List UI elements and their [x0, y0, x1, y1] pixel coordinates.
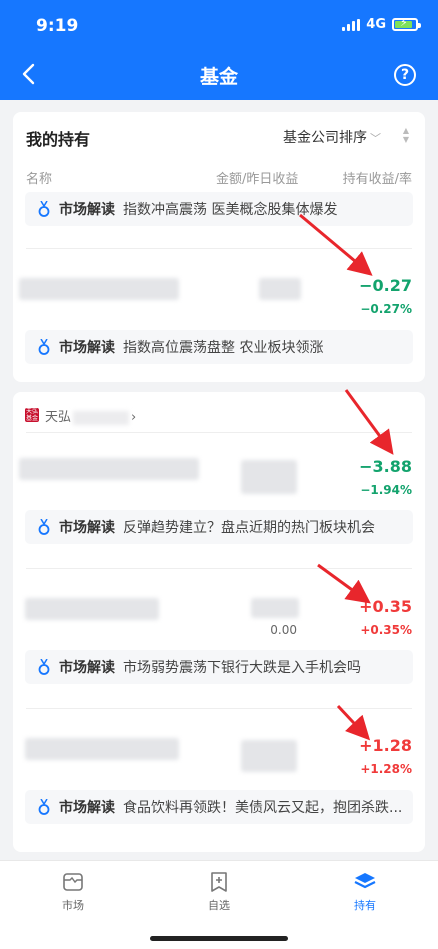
- company-group-card: 天弘基金 天弘 › −3.88 −1.94% 市场解读 反弹趋势建立？盘点近期的热…: [13, 392, 425, 852]
- market-insight[interactable]: 市场解读 食品饮料再领跌！美债风云又起，抱团杀跌...: [25, 790, 413, 824]
- nav-label: 持有: [354, 899, 376, 912]
- row-divider: [26, 432, 412, 433]
- insight-text: 食品饮料再领跌！美债风云又起，抱团杀跌...: [123, 800, 403, 816]
- column-profit: 持有收益/率: [342, 172, 412, 187]
- insight-text: 市场弱势震荡下银行大跌是入手机会吗: [123, 660, 361, 676]
- fund-profit-rate: −1.94%: [360, 483, 412, 497]
- insight-text: 指数高位震荡盘整 农业板块领涨: [123, 340, 324, 356]
- fund-profit-rate: +0.35%: [360, 623, 412, 637]
- row-divider: [26, 568, 412, 569]
- row-divider: [26, 708, 412, 709]
- holdings-title: 我的持有: [26, 130, 91, 149]
- chevron-down-icon: ﹀: [370, 132, 381, 145]
- market-insight[interactable]: 市场解读 指数冲高震荡 医美概念股集体爆发: [25, 192, 413, 226]
- sort-order-icon[interactable]: ▲ ▼: [401, 126, 411, 146]
- status-icons: 4G ⚡: [342, 17, 421, 32]
- fund-profit: −3.88: [359, 457, 412, 476]
- market-insight[interactable]: 市场解读 反弹趋势建立？盘点近期的热门板块机会: [25, 510, 413, 544]
- fund-amount-redacted: [241, 740, 297, 772]
- fund-profit: −0.27: [359, 276, 412, 295]
- column-amount: 金额/昨日收益: [216, 172, 299, 187]
- insight-tag: 市场解读: [59, 800, 115, 816]
- company-logo: 天弘基金: [25, 408, 39, 422]
- watchlist-icon: [211, 872, 227, 892]
- nav-label: 自选: [208, 899, 230, 912]
- battery-icon: ⚡: [392, 17, 421, 31]
- insight-tag: 市场解读: [59, 520, 115, 536]
- fund-profit-rate: +1.28%: [360, 762, 412, 776]
- sort-label: 基金公司排序: [283, 130, 367, 146]
- top-bar: 9:19 4G ⚡ 基金 ?: [0, 0, 438, 100]
- company-name-text: 天弘: [45, 410, 72, 425]
- help-icon[interactable]: ?: [394, 64, 416, 86]
- fund-amount-redacted: [241, 460, 297, 494]
- company-name-redacted: [73, 410, 130, 425]
- market-insight[interactable]: 市场解读 市场弱势震荡下银行大跌是入手机会吗: [25, 650, 413, 684]
- fund-name-redacted: [25, 738, 179, 760]
- insight-tag: 市场解读: [59, 340, 115, 356]
- company-name[interactable]: 天弘 ›: [45, 406, 136, 425]
- insight-tag: 市场解读: [59, 202, 115, 218]
- nav-label: 市场: [62, 899, 84, 912]
- column-name: 名称: [26, 172, 53, 187]
- status-time: 9:19: [36, 16, 79, 36]
- row-divider: [26, 248, 412, 249]
- medal-icon: [38, 339, 50, 355]
- insight-tag: 市场解读: [59, 660, 115, 676]
- fund-profit: +0.35: [359, 597, 412, 616]
- fund-name-redacted: [19, 458, 199, 480]
- chevron-right-icon: ›: [131, 410, 137, 425]
- nav-item-watchlist[interactable]: 自选: [189, 871, 249, 913]
- market-icon: [63, 873, 83, 891]
- insight-text: 指数冲高震荡 医美概念股集体爆发: [123, 202, 338, 218]
- insight-text: 反弹趋势建立？盘点近期的热门板块机会: [123, 520, 375, 536]
- network-type: 4G: [366, 17, 386, 32]
- nav-item-market[interactable]: 市场: [43, 871, 103, 913]
- fund-profit-rate: −0.27%: [360, 302, 412, 316]
- holdings-card: 我的持有 基金公司排序 ﹀ ▲ ▼ 名称 金额/昨日收益 持有收益/率 市场解读 指…: [13, 112, 425, 382]
- fund-amount-redacted: [251, 598, 299, 618]
- medal-icon: [38, 519, 50, 535]
- sort-select[interactable]: 基金公司排序 ﹀: [283, 127, 381, 147]
- fund-profit: +1.28: [359, 736, 412, 755]
- market-insight[interactable]: 市场解读 指数高位震荡盘整 农业板块领涨: [25, 330, 413, 364]
- fund-name-redacted: [19, 278, 179, 300]
- medal-icon: [38, 659, 50, 675]
- home-indicator: [150, 936, 288, 941]
- fund-name-redacted: [25, 598, 159, 620]
- signal-icon: [342, 18, 361, 31]
- page-title: 基金: [199, 66, 238, 88]
- fund-yesterday-profit: 0.00: [270, 623, 297, 637]
- fund-amount-redacted: [259, 278, 301, 300]
- nav-item-holdings[interactable]: 持有: [335, 871, 395, 913]
- medal-icon: [38, 799, 50, 815]
- holdings-icon: [354, 873, 376, 889]
- medal-icon: [38, 201, 50, 217]
